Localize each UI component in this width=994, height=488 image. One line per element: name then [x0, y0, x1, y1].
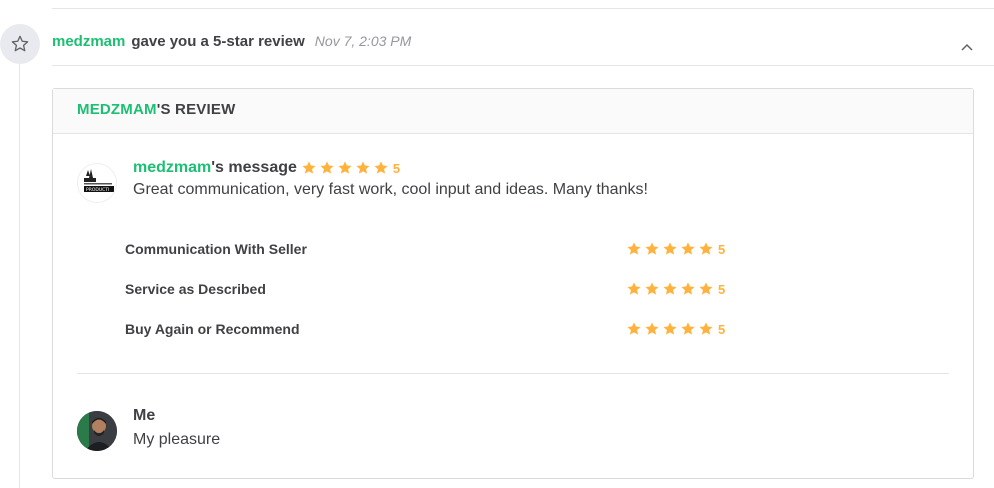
event-text: gave you a 5-star review: [131, 33, 305, 50]
seller-reply: Me My pleasure: [133, 407, 220, 449]
header-divider: [52, 65, 994, 66]
rating-stars: [626, 241, 714, 257]
event-username-link[interactable]: medzmam: [52, 33, 125, 50]
review-header-username: MEDZMAM: [77, 101, 157, 118]
star-icon: [374, 161, 388, 174]
star-icon: [627, 242, 641, 255]
star-icon: [645, 322, 659, 335]
rating-label: Service as Described: [125, 281, 266, 297]
timeline-line: [19, 60, 20, 488]
seller-avatar[interactable]: [77, 411, 117, 451]
buyer-username-link[interactable]: medzmam: [133, 159, 211, 177]
seller-reply-text: My pleasure: [133, 431, 221, 448]
event-timestamp: Nov 7, 2:03 PM: [314, 33, 412, 49]
rating-stars: [626, 281, 714, 297]
star-icon: [302, 161, 316, 174]
rating-row-communication: Communication With Seller 5: [125, 229, 745, 269]
star-icon: [627, 322, 641, 335]
card-divider: [77, 373, 949, 374]
rating-row-service: Service as Described 5: [125, 269, 745, 309]
svg-text:PRODUCTI: PRODUCTI: [86, 187, 109, 193]
event-header: medzmam gave you a 5-star review Nov 7, …: [52, 33, 411, 57]
star-icon: [699, 322, 713, 335]
star-icon: [681, 282, 695, 295]
rating-value: 5: [718, 321, 726, 337]
rating-value: 5: [718, 241, 726, 257]
star-icon: [699, 242, 713, 255]
buyer-message-suffix: 's message: [211, 159, 297, 176]
star-icon: [645, 242, 659, 255]
rating-row-recommend: Buy Again or Recommend 5: [125, 309, 745, 349]
star-icon: [320, 161, 334, 174]
review-card: MEDZMAM'S REVIEW PRODUCTI medzmam 's mes…: [52, 88, 974, 479]
buyer-message-title: medzmam 's message 5: [133, 159, 949, 177]
star-icon: [663, 322, 677, 335]
buyer-message: medzmam 's message 5 Great communication…: [133, 159, 949, 199]
star-icon: [338, 161, 352, 174]
star-icon: [627, 282, 641, 295]
star-icon: [663, 282, 677, 295]
chevron-up-icon: [961, 43, 973, 51]
buyer-rating-stars: [301, 160, 389, 176]
review-header-title: 'S REVIEW: [156, 101, 236, 118]
star-icon: [699, 282, 713, 295]
star-icon: [681, 322, 695, 335]
rating-label: Buy Again or Recommend: [125, 321, 300, 337]
star-icon: [356, 161, 370, 174]
buyer-message-text: Great communication, very fast work, coo…: [133, 181, 648, 198]
star-icon: [681, 242, 695, 255]
collapse-button[interactable]: [958, 40, 976, 54]
rating-label: Communication With Seller: [125, 241, 307, 257]
review-card-header: MEDZMAM'S REVIEW: [53, 89, 973, 134]
star-icon: [663, 242, 677, 255]
top-divider: [52, 8, 994, 9]
buyer-rating-value: 5: [392, 160, 401, 176]
star-outline-icon: [11, 35, 29, 52]
buyer-avatar[interactable]: PRODUCTI: [77, 163, 117, 203]
ratings-table: Communication With Seller 5 Service as D…: [125, 229, 745, 349]
star-icon: [645, 282, 659, 295]
rating-stars: [626, 321, 714, 337]
seller-name: Me: [133, 407, 156, 424]
rating-value: 5: [718, 281, 726, 297]
event-icon-badge: [0, 24, 40, 64]
